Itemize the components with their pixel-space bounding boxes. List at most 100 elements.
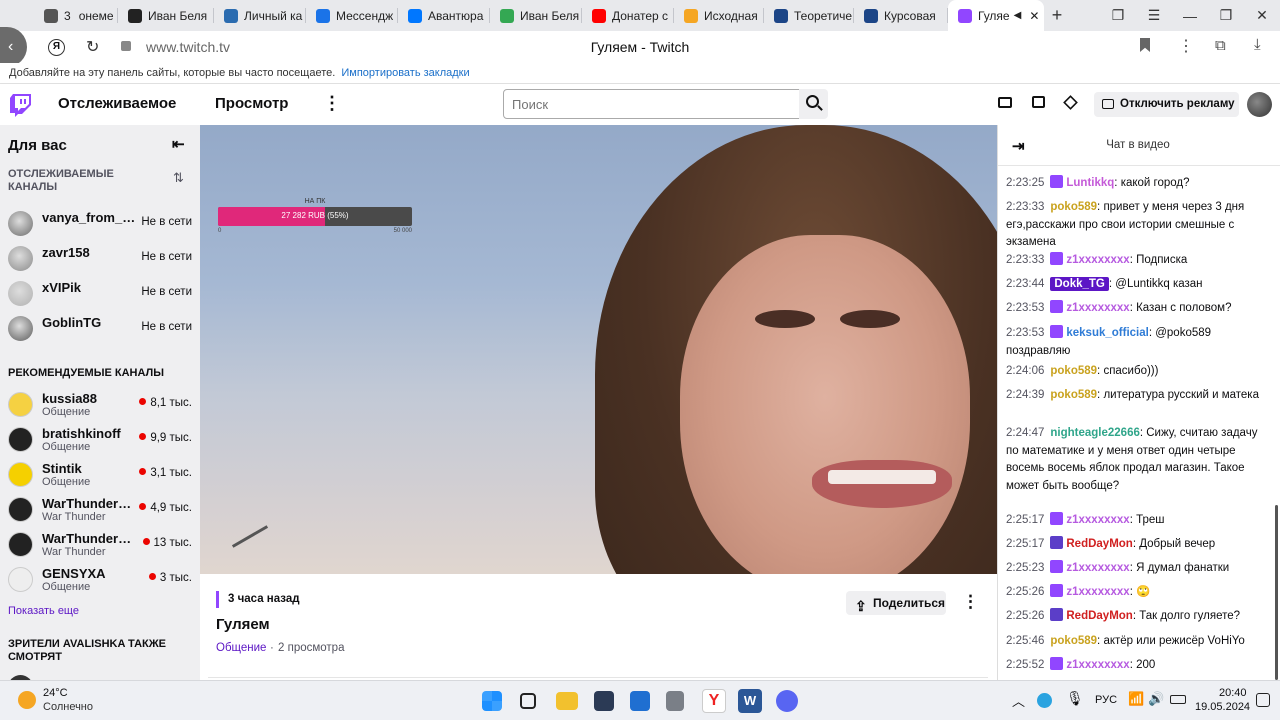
import-bookmarks-link[interactable]: Импортировать закладки — [341, 67, 469, 79]
sidebar-channel[interactable]: bratishkinoff Общение 9,9 тыс. — [8, 425, 194, 455]
collapse-chat-icon[interactable]: ⇥ — [1012, 137, 1025, 155]
browser-tab[interactable]: Личный ка — [214, 0, 306, 31]
nav-following[interactable]: Отслеживаемое — [58, 95, 176, 112]
share-button[interactable]: ⇪ Поделиться — [846, 591, 946, 615]
chat-username[interactable]: keksuk_official — [1066, 327, 1148, 339]
notification-icon[interactable] — [1256, 693, 1270, 707]
sidebar-channel[interactable]: zavr158 Не в сети — [8, 244, 194, 274]
reload-icon[interactable]: ↻ — [86, 37, 99, 57]
yandex-browser-icon[interactable]: Y — [702, 689, 726, 713]
wifi-icon[interactable]: 📶 — [1128, 691, 1144, 707]
search-input[interactable] — [503, 89, 800, 119]
tab-manager-icon[interactable]: ❐ — [1100, 0, 1136, 31]
page-title: Гуляем - Twitch — [590, 39, 690, 55]
word-icon[interactable]: W — [738, 689, 762, 713]
browser-tab[interactable]: Мессендж — [306, 0, 398, 31]
sort-icon[interactable]: ⇅ — [173, 170, 184, 186]
chat-username[interactable]: RedDayMon — [1066, 610, 1132, 622]
volume-icon[interactable]: 🔊 — [1148, 691, 1164, 707]
audio-icon[interactable]: ◀ — [1014, 10, 1022, 21]
browser-tab[interactable]: Авантюра — [398, 0, 490, 31]
inbox-icon[interactable] — [998, 97, 1012, 108]
chat-timestamp: 2:24:39 — [1006, 389, 1045, 401]
twitch-logo[interactable] — [10, 94, 31, 117]
language-indicator[interactable]: РУС — [1095, 694, 1117, 706]
sidebar-channel[interactable]: Stintik Общение 3,1 тыс. — [8, 460, 194, 490]
disable-ads-button[interactable]: Отключить рекламу — [1094, 92, 1239, 117]
browser-tab[interactable]: Курсовая — [854, 0, 948, 31]
calculator-icon[interactable] — [666, 691, 684, 711]
chat-username[interactable]: z1xxxxxxxx — [1066, 514, 1129, 526]
avatar — [8, 532, 33, 557]
category-link[interactable]: Общение — [216, 642, 266, 654]
user-avatar[interactable] — [1247, 92, 1272, 117]
minimize-button[interactable]: — — [1172, 0, 1208, 31]
chat-username[interactable]: nighteagle22666 — [1050, 427, 1139, 439]
weather-icon[interactable] — [18, 691, 36, 709]
chat-username[interactable]: z1xxxxxxxx — [1066, 586, 1129, 598]
chat-username[interactable]: z1xxxxxxxx — [1066, 302, 1129, 314]
sidebar-channel[interactable]: WarThunder_e... War Thunder 13 тыс. — [8, 530, 194, 560]
chat-username[interactable]: poko589 — [1050, 201, 1097, 213]
maximize-button[interactable]: ❐ — [1208, 0, 1244, 31]
battery-icon[interactable] — [1170, 695, 1186, 704]
chat-username[interactable]: poko589 — [1050, 635, 1097, 647]
sidebar-channel[interactable]: xVIPik Не в сети — [8, 279, 194, 309]
show-more-link[interactable]: Показать еще — [8, 605, 79, 617]
chat-username[interactable]: poko589 — [1050, 389, 1097, 401]
sidebar-channel[interactable]: GENSYXA Общение 3 тыс. — [8, 565, 194, 595]
task-view-icon[interactable] — [520, 693, 536, 709]
store-icon[interactable] — [630, 691, 650, 711]
tab-label: Иван Беля — [520, 8, 580, 23]
discord-icon[interactable] — [776, 690, 798, 712]
collections-icon[interactable]: ⧉ — [1215, 37, 1226, 54]
more-options-icon[interactable]: ⋮ — [962, 592, 979, 612]
crown-icon[interactable] — [1063, 95, 1078, 110]
chat-username[interactable]: z1xxxxxxxx — [1066, 659, 1129, 671]
video-player[interactable]: НА ПК 27 282 RUB (55%) 0 50 000 — [200, 125, 997, 574]
microphone-icon[interactable]: 🎙 — [1066, 690, 1084, 707]
search-button[interactable] — [799, 89, 828, 119]
browser-tab[interactable]: 3 онеме — [34, 0, 118, 31]
chat-username[interactable]: poko589 — [1050, 365, 1097, 377]
chat-username[interactable]: Luntikkq — [1066, 177, 1114, 189]
browser-tab[interactable]: Иван Беля — [490, 0, 582, 31]
whispers-icon[interactable] — [1032, 96, 1045, 108]
browser-tab[interactable]: Гуляе ◀ ✕ — [948, 0, 1044, 31]
telegram-icon[interactable] — [1037, 693, 1052, 708]
file-explorer-icon[interactable] — [556, 692, 578, 710]
sidebar-channel[interactable]: GoblinTG Не в сети — [8, 314, 194, 344]
chat-username[interactable]: z1xxxxxxxx — [1066, 254, 1129, 266]
new-tab-button[interactable]: + — [1044, 0, 1070, 31]
sidebar-channel[interactable]: WarThunder_e... War Thunder 4,9 тыс. — [8, 495, 194, 525]
app-icon[interactable] — [594, 691, 614, 711]
sidebar-channel[interactable]: kussia88 Общение 8,1 тыс. — [8, 390, 194, 420]
browser-tab[interactable]: Донатер с — [582, 0, 674, 31]
chat-scrollbar[interactable] — [1275, 505, 1278, 680]
browser-tab[interactable]: Теоретиче — [764, 0, 854, 31]
menu-icon[interactable]: ☰ — [1136, 0, 1172, 31]
nav-browse[interactable]: Просмотр — [215, 95, 288, 112]
start-icon[interactable] — [482, 691, 502, 711]
url-field[interactable]: www.twitch.tv — [146, 39, 230, 55]
chat-username[interactable]: RedDayMon — [1066, 538, 1132, 550]
clock-date[interactable]: 19.05.2024 — [1195, 701, 1250, 713]
browser-tab[interactable]: Иван Беля — [118, 0, 214, 31]
chat-username[interactable]: z1xxxxxxxx — [1066, 562, 1129, 574]
more-icon[interactable]: ⋮ — [1178, 36, 1194, 56]
back-button[interactable]: ‹ — [0, 27, 27, 67]
collapse-sidebar-icon[interactable]: ⇤ — [172, 135, 185, 153]
nav-more-icon[interactable]: ⋮ — [323, 93, 341, 114]
clock-time[interactable]: 20:40 — [1219, 687, 1247, 699]
browser-tab[interactable]: Исходная — [674, 0, 764, 31]
chat-username[interactable]: Dokk_TG — [1050, 277, 1109, 291]
close-window-button[interactable]: ✕ — [1244, 0, 1280, 31]
bookmark-icon[interactable] — [1140, 38, 1150, 52]
downloads-icon[interactable]: ⤓ — [1254, 36, 1261, 53]
close-tab-icon[interactable]: ✕ — [1029, 9, 1039, 23]
yandex-icon[interactable]: Я — [48, 39, 65, 56]
tray-chevron-icon[interactable]: ︿ — [1012, 691, 1025, 710]
sidebar-channel[interactable]: vanya_from_ba... Не в сети — [8, 209, 194, 239]
avatar — [8, 427, 33, 452]
tab-label-extra: онеме — [78, 8, 114, 23]
